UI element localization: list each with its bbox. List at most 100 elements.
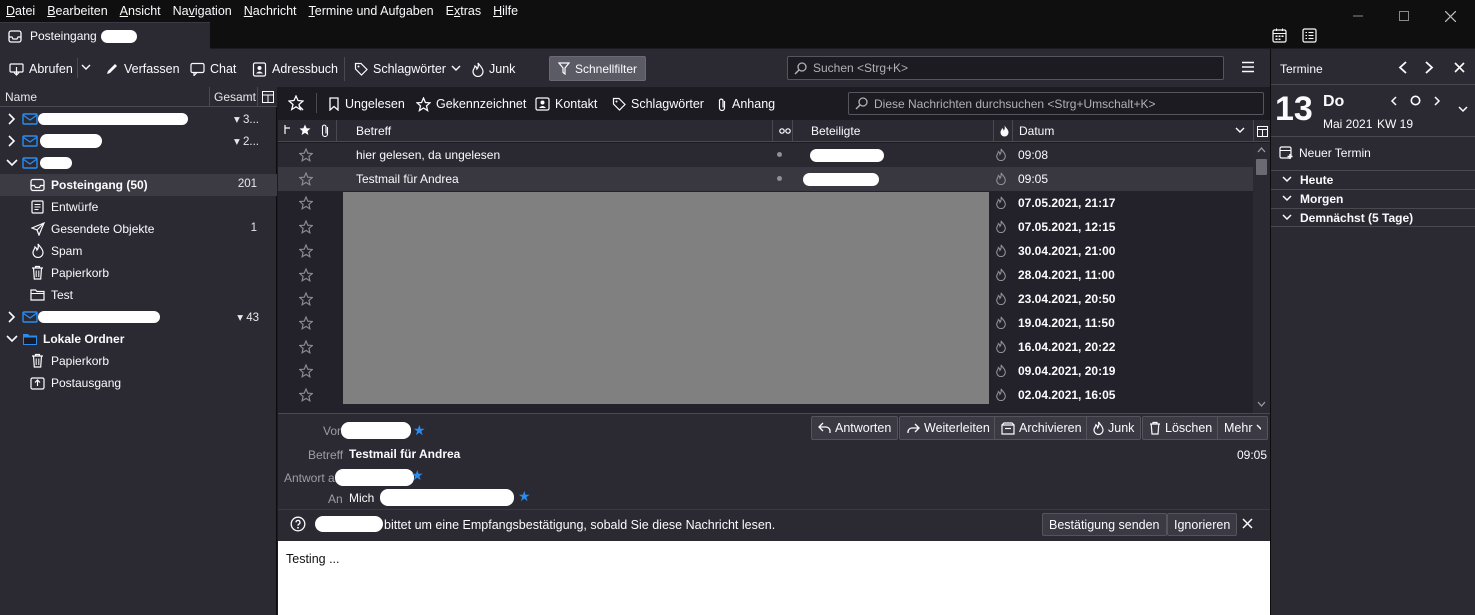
menu-tools[interactable]: Extras [440,0,487,22]
previous-view-button[interactable] [1398,61,1408,74]
column-read-status[interactable] [772,120,792,142]
agenda-section-soon[interactable]: Demnächst (5 Tage) [1271,208,1475,227]
star-contact-icon[interactable]: ★ [411,467,424,484]
junk-status-icon[interactable] [996,268,1006,281]
column-subject[interactable]: Betreff [336,120,772,142]
star-icon[interactable] [299,388,313,402]
global-search-input[interactable]: Suchen <Strg+K> [787,56,1224,80]
folder-sent[interactable]: Gesendete Objekte 1 [0,218,277,240]
column-picker-icon[interactable] [262,91,274,103]
read-status-dot[interactable] [777,152,782,157]
message-row[interactable]: Testmail für Andrea 09:05 [278,167,1253,191]
close-window-button[interactable] [1435,6,1465,26]
chat-button[interactable]: Chat [190,58,236,80]
chevron-down-icon[interactable] [6,333,18,345]
folder-trash[interactable]: Papierkorb [0,262,277,284]
account-row[interactable] [0,152,277,174]
message-body[interactable]: Testing ... [278,541,1270,615]
new-event-button[interactable]: Neuer Termin [1279,145,1371,160]
message-row[interactable]: hier gelesen, da ungelesen 09:08 [278,143,1253,167]
junk-message-button[interactable]: Junk [1086,416,1142,440]
delete-button[interactable]: Löschen [1142,416,1220,440]
menu-help[interactable]: Hilfe [487,0,524,22]
folder-outbox[interactable]: Postausgang [0,372,277,394]
folder-drafts[interactable]: Entwürfe [0,196,277,218]
filter-attachment-button[interactable]: Anhang [717,96,775,112]
junk-status-icon[interactable] [996,364,1006,377]
more-button[interactable]: Mehr [1217,416,1268,440]
next-view-button[interactable] [1424,61,1434,74]
address-book-button[interactable]: Adressbuch [252,58,338,80]
chevron-right-icon[interactable] [6,135,18,147]
quick-filter-search-input[interactable]: Diese Nachrichten durchsuchen <Strg+Umsc… [848,92,1264,115]
agenda-section-tomorrow[interactable]: Morgen [1271,189,1475,208]
star-icon[interactable] [299,196,313,210]
filter-unread-button[interactable]: Ungelesen [328,96,405,112]
star-icon[interactable] [299,172,313,186]
agenda-section-today[interactable]: Heute [1271,170,1475,189]
reply-button[interactable]: Antworten [811,416,899,440]
maximize-button[interactable] [1389,6,1419,26]
column-thread[interactable] [283,124,293,136]
scroll-thumb[interactable] [1256,159,1267,175]
folder-spam[interactable]: Spam [0,240,277,262]
tasks-tab-button[interactable] [1302,28,1317,43]
filter-starred-button[interactable]: Gekennzeichnet [416,96,526,112]
star-contact-icon[interactable]: ★ [413,422,426,439]
next-day-button[interactable] [1434,96,1441,106]
column-correspondents[interactable]: Beteiligte [792,120,993,142]
star-icon[interactable] [299,268,313,282]
star-icon[interactable] [299,292,313,306]
scroll-up-icon[interactable] [1257,147,1266,153]
junk-button[interactable]: Junk [472,58,515,80]
column-starred[interactable] [299,124,311,136]
menu-file[interactable]: Datei [0,0,41,22]
menu-view[interactable]: Ansicht [114,0,167,22]
star-icon[interactable] [299,364,313,378]
folder-test[interactable]: Test [0,284,277,306]
menu-edit[interactable]: Bearbeiten [41,0,113,22]
star-icon[interactable] [299,316,313,330]
star-icon[interactable] [299,148,313,162]
app-menu-button[interactable] [1241,61,1255,73]
filter-tags-button[interactable]: Schlagwörter [612,96,704,112]
junk-status-icon[interactable] [996,340,1006,353]
junk-status-icon[interactable] [996,196,1006,209]
column-header-name[interactable]: Name [5,90,37,104]
archive-button[interactable]: Archivieren [994,416,1089,440]
quick-filter-button[interactable]: Schnellfilter [549,56,646,81]
thread-scrollbar[interactable] [1253,143,1270,413]
to-name[interactable]: Mich [349,491,374,505]
minimize-button[interactable] [1343,6,1373,26]
folder-inbox[interactable]: Posteingang (50) 201 [0,174,277,196]
today-button[interactable] [1410,95,1421,106]
get-messages-dropdown[interactable] [81,64,91,72]
ignore-receipt-button[interactable]: Ignorieren [1167,513,1238,536]
tab-inbox[interactable]: Posteingang [0,22,210,49]
send-receipt-button[interactable]: Bestätigung senden [1042,513,1167,536]
forward-button[interactable]: Weiterleiten [899,416,997,440]
local-folders-row[interactable]: Lokale Ordner [0,328,277,350]
star-icon[interactable] [299,244,313,258]
star-icon[interactable] [299,220,313,234]
star-icon[interactable] [299,340,313,354]
star-contact-icon[interactable]: ★ [518,488,531,505]
junk-status-icon[interactable] [996,172,1006,185]
close-today-pane-button[interactable] [1454,62,1465,73]
filter-contact-button[interactable]: Kontakt [535,96,597,112]
column-header-total[interactable]: Gesamt [214,90,256,104]
chevron-right-icon[interactable] [6,311,18,323]
expand-minimonth-button[interactable] [1458,106,1468,114]
write-button[interactable]: Verfassen [105,58,180,80]
previous-day-button[interactable] [1390,96,1397,106]
junk-status-icon[interactable] [996,388,1006,401]
junk-status-icon[interactable] [996,148,1006,161]
menu-events-tasks[interactable]: Termine und Aufgaben [303,0,440,22]
scroll-down-icon[interactable] [1257,401,1266,407]
account-row[interactable]: ▾ 2... [0,130,277,152]
account-row[interactable]: ▾ 3... [0,108,277,130]
junk-status-icon[interactable] [996,292,1006,305]
thread-column-picker[interactable] [1253,120,1270,142]
junk-status-icon[interactable] [996,244,1006,257]
read-status-dot[interactable] [777,176,782,181]
